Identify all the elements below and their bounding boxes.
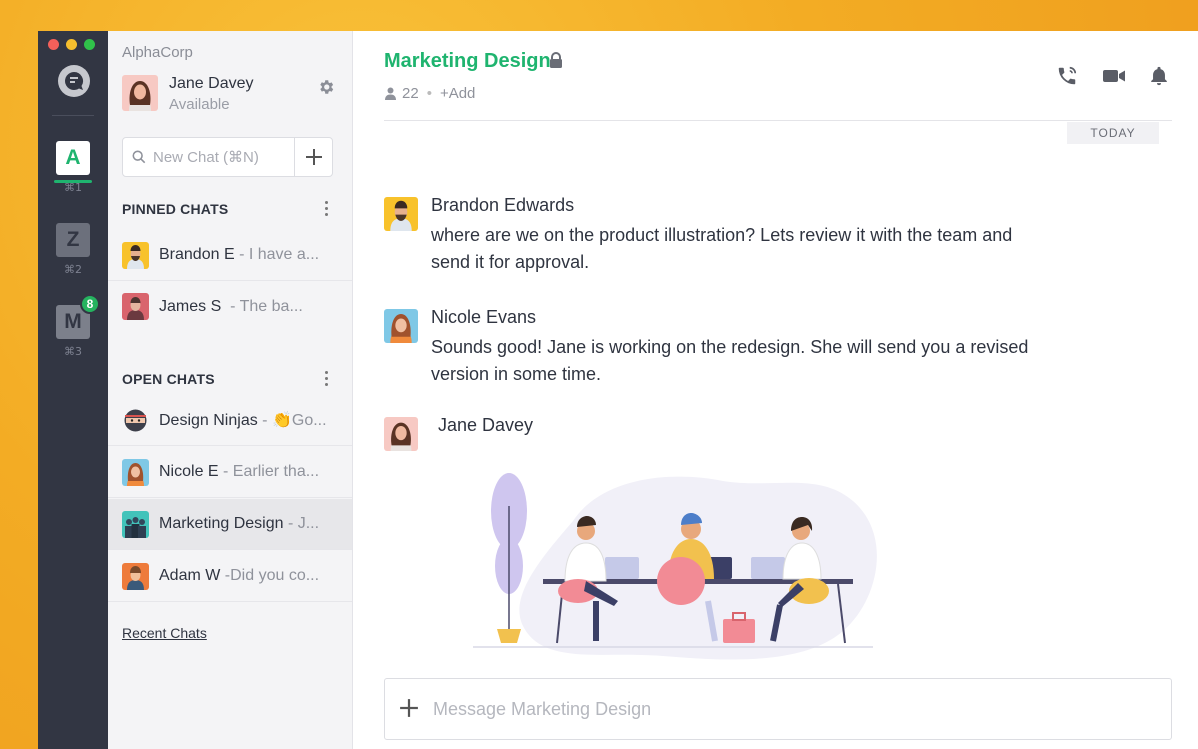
jane-avatar[interactable] — [384, 417, 418, 451]
pinned-more-icon[interactable] — [325, 201, 329, 217]
message-text: where are we on the product illustration… — [431, 225, 1013, 272]
james-avatar — [122, 293, 149, 320]
chat-name: Brandon E — [159, 246, 235, 263]
gear-icon[interactable] — [317, 78, 335, 96]
pinned-chats-heading: PINNED CHATS — [122, 201, 229, 217]
chat-name: Adam W — [159, 567, 221, 584]
minimize-window-button[interactable] — [66, 39, 77, 50]
brandon-avatar — [122, 241, 149, 269]
message-author[interactable]: Nicole Evans — [431, 307, 536, 328]
workspace-m[interactable]: M 8 ⌘3 — [56, 294, 100, 358]
open-chat-marketing-design[interactable]: Marketing Design - J... — [108, 499, 352, 550]
workspace-z-shortcut: ⌘2 — [64, 263, 82, 276]
design-ninjas-avatar — [122, 406, 149, 434]
app-window: A ⌘1 Z ⌘2 M 8 ⌘3 AlphaCorp Jane Davey Av… — [38, 31, 1198, 749]
chat-sidebar: AlphaCorp Jane Davey Available New Chat … — [108, 31, 353, 749]
chat-name: James S — [159, 297, 222, 315]
search-icon — [132, 150, 146, 164]
open-more-icon[interactable] — [325, 371, 329, 387]
workspace-z[interactable]: Z ⌘2 — [56, 223, 90, 276]
chat-name: Nicole E — [159, 463, 219, 480]
workspace-a-tile[interactable]: A — [56, 141, 90, 175]
workspace-a[interactable]: A ⌘1 — [54, 141, 92, 194]
attach-button[interactable] — [385, 694, 433, 724]
rail-divider — [52, 115, 94, 116]
chat-preview: - The ba... — [230, 297, 303, 315]
open-chats-heading: OPEN CHATS — [122, 371, 215, 387]
phone-call-icon[interactable] — [1056, 65, 1078, 87]
nicole-avatar — [122, 458, 149, 486]
workspace-m-tile[interactable]: M 8 — [56, 294, 100, 339]
recent-chats-link[interactable]: Recent Chats — [122, 625, 207, 641]
workspace-rail: A ⌘1 Z ⌘2 M 8 ⌘3 — [38, 31, 108, 749]
lock-icon — [550, 52, 562, 68]
video-call-icon[interactable] — [1102, 65, 1125, 87]
chat-preview: -Did you co... — [224, 567, 320, 584]
members-icon — [385, 87, 396, 100]
chat-preview: - 👏Go... — [262, 412, 327, 429]
user-status: Available — [169, 96, 230, 113]
pinned-chat-brandon[interactable]: Brandon E - I have a... — [108, 230, 352, 281]
workspace-m-shortcut: ⌘3 — [64, 345, 82, 358]
header-divider — [384, 120, 1172, 121]
marketing-design-avatar — [122, 510, 149, 538]
nicole-avatar[interactable] — [384, 309, 418, 343]
chat-preview: - Earlier tha... — [223, 463, 320, 480]
open-chat-design-ninjas[interactable]: Design Ninjas - 👏Go... — [108, 395, 352, 446]
header-actions — [1056, 65, 1170, 87]
brandon-avatar[interactable] — [384, 197, 418, 231]
add-member-link[interactable]: +Add — [440, 85, 475, 102]
new-chat-input[interactable] — [153, 148, 293, 166]
chat-preview: - J... — [287, 515, 320, 532]
plus-icon — [400, 699, 418, 717]
user-avatar[interactable] — [122, 75, 158, 111]
app-logo-icon[interactable] — [58, 65, 90, 97]
channel-meta: 22 • +Add — [384, 85, 475, 102]
unread-badge: 8 — [80, 294, 100, 314]
member-count[interactable]: 22 — [402, 85, 419, 102]
new-chat-button[interactable] — [294, 138, 332, 176]
message-composer — [384, 678, 1172, 740]
chat-name: Marketing Design — [159, 515, 284, 532]
chat-preview: - I have a... — [239, 246, 320, 263]
close-window-button[interactable] — [48, 39, 59, 50]
active-workspace-indicator — [54, 180, 92, 183]
org-name: AlphaCorp — [122, 44, 193, 61]
message-input[interactable] — [433, 698, 1033, 720]
notifications-bell-icon[interactable] — [1148, 65, 1170, 87]
channel-title: Marketing Design — [384, 50, 551, 72]
pinned-chat-james[interactable]: James S - The ba... — [108, 281, 352, 332]
adam-avatar — [122, 562, 149, 590]
chat-name: Design Ninjas — [159, 412, 258, 429]
workspace-m-letter: M — [64, 310, 82, 333]
maximize-window-button[interactable] — [84, 39, 95, 50]
new-chat-search — [122, 137, 333, 177]
message-author[interactable]: Brandon Edwards — [431, 195, 574, 216]
message-text: Sounds good! Jane is working on the rede… — [431, 337, 1029, 384]
window-controls — [48, 39, 95, 50]
date-divider: TODAY — [1067, 122, 1159, 144]
user-name: Jane Davey — [169, 75, 254, 92]
plus-icon — [305, 149, 322, 165]
message-author[interactable]: Jane Davey — [438, 415, 533, 436]
conversation-pane: Marketing Design 22 • +Add TODAY Brandon… — [353, 31, 1198, 749]
workspace-z-tile[interactable]: Z — [56, 223, 90, 257]
open-chat-adam[interactable]: Adam W -Did you co... — [108, 551, 352, 602]
open-chat-nicole[interactable]: Nicole E - Earlier tha... — [108, 447, 352, 498]
team-illustration-attachment[interactable] — [453, 451, 893, 661]
